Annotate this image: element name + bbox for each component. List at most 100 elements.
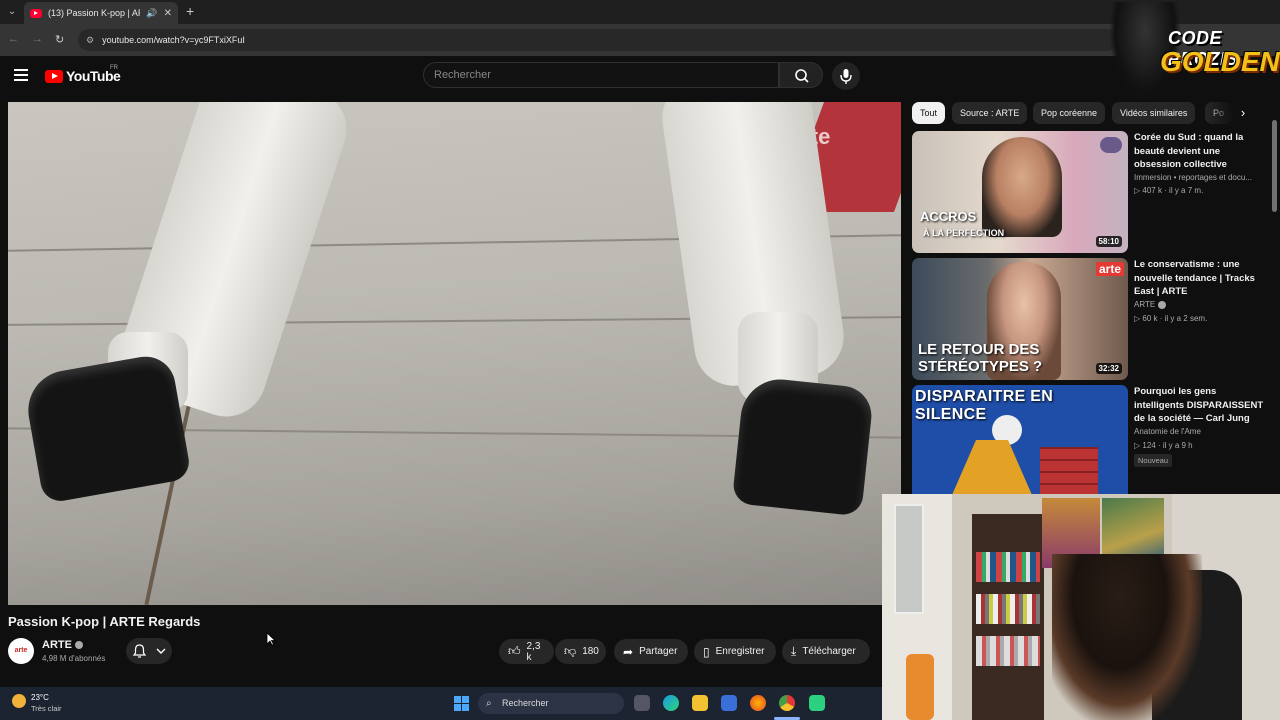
recommendation-meta: ▷ 407 k · il y a 7 m. [1134,186,1204,195]
channel-avatar[interactable]: arte [8,638,34,664]
browser-tab-active[interactable]: (13) Passion K-pop | ARTE R 🔊 ✕ [24,2,178,24]
download-icon: ⤓ [791,644,797,658]
tab-list-chevron-icon[interactable]: ⌄ [4,4,20,20]
chip-kpop[interactable]: Pop coréenne [1033,102,1106,124]
recommendation-thumbnail[interactable]: ACCROS À LA PERFECTION 58:10 [912,131,1128,253]
file-explorer-icon[interactable] [692,695,708,711]
recommendation-item[interactable]: ACCROS À LA PERFECTION 58:10 Corée du Su… [912,131,1272,253]
close-tab-icon[interactable]: ✕ [164,8,172,19]
thumbnail-text-1: DISPARAITRE EN SILENCE [915,388,1054,423]
chip-similar-videos[interactable]: Vidéos similaires [1112,102,1196,124]
chip-all[interactable]: Tout [912,102,946,124]
weather-temperature[interactable]: 23°C [31,693,49,702]
recommendation-title[interactable]: Corée du Sud : quand la beauté devient u… [1134,131,1269,172]
thumbnail-text-1: LE RETOUR DES [918,341,1040,358]
streamer-webcam [882,494,1280,720]
channel-name[interactable]: ARTE [42,639,83,651]
chip-source-arte[interactable]: Source : ARTE [952,102,1028,124]
recommendation-meta: ▷ 124 · il y a 9 h [1134,441,1193,450]
search-button[interactable] [779,62,823,88]
arte-thumb-badge: arte [1095,262,1124,276]
video-title: Passion K-pop | ARTE Regards [8,614,201,629]
thumbnail-text-2: À LA PERFECTION [923,228,1005,238]
shelf-books [976,636,1040,666]
voice-search-button[interactable] [832,62,860,90]
task-view-icon[interactable] [634,695,650,711]
chrome-icon[interactable] [779,695,795,711]
edge-browser-icon[interactable] [663,695,679,711]
like-button[interactable]: 👍︎ 2,3 k [499,639,554,664]
recommendation-title[interactable]: Pourquoi les gens intelligents DISPARAIS… [1134,385,1269,426]
recommendation-meta: ▷ 60 k · il y a 2 sem. [1134,314,1208,323]
region-code: FR [110,65,118,71]
back-arrow-icon[interactable]: ← [8,33,19,45]
verified-badge-icon [1158,300,1167,309]
address-bar[interactable]: ⚙ youtube.com/watch?v=yc9FTxiXFuI [78,29,1118,51]
taskbar-search[interactable]: ⌕ Rechercher [478,693,624,714]
thumbnail-text-2: STÉRÉOTYPES ? [918,358,1043,375]
thumbnail-text-1: ACCROS [920,209,977,224]
recommendation-item[interactable]: DISPARAITRE EN SILENCE Pourquoi les gens… [912,385,1272,495]
thumbnail-brick-wall [1040,447,1098,495]
recommendation-channel[interactable]: ARTE [1134,300,1272,309]
video-duration: 58:10 [1095,236,1122,247]
share-arrow-icon: ➦ [623,644,634,659]
chip-fade [1205,102,1235,124]
search-icon [795,69,809,83]
bookmark-icon: ▯ [703,644,710,659]
webcam-window [894,504,924,614]
recommendation-channel-text[interactable]: ARTE [1134,300,1155,309]
search-input[interactable]: Rechercher [423,62,779,88]
new-badge: Nouveau [1134,454,1173,467]
orange-bottle [906,654,934,720]
windows-start-icon[interactable] [454,696,469,711]
thumbs-up-icon: 👍︎ [508,644,521,658]
verified-badge-icon [74,641,83,650]
like-count: 2,3 k [526,640,541,663]
share-button[interactable]: ➦ Partager [614,639,688,664]
speaker-icon[interactable]: 🔊 [146,8,157,19]
shelf-books [976,552,1040,582]
video-player[interactable]: arte arte [8,102,901,605]
weather-sun-icon[interactable] [12,694,26,708]
dislike-button[interactable]: 👎︎ 180 [555,639,606,664]
menu-hamburger-icon[interactable] [14,69,28,81]
channel-name-text[interactable]: ARTE [42,639,72,651]
save-label: Enregistrer [715,646,765,657]
reload-icon[interactable]: ↻ [55,33,64,46]
thumbnail-person [982,137,1062,237]
sidebar-scrollbar[interactable] [1272,120,1277,212]
recommendation-item[interactable]: arte LE RETOUR DES STÉRÉOTYPES ? 32:32 L… [912,258,1272,380]
chevron-right-icon[interactable]: › [1234,104,1252,122]
eye-icon [1100,137,1122,153]
bell-icon [132,644,146,658]
right-shoe [731,375,875,517]
site-info-icon[interactable]: ⚙ [86,35,94,46]
browser-toolbar: ← → ↻ ⚙ youtube.com/watch?v=yc9FTxiXFuI [0,24,1280,56]
recommendation-thumbnail[interactable]: arte LE RETOUR DES STÉRÉOTYPES ? 32:32 [912,258,1128,380]
shelf-books [976,594,1040,624]
new-tab-plus-icon[interactable]: + [186,3,194,19]
subscribed-bell-button[interactable] [126,638,172,664]
recommendation-title[interactable]: Le conservatisme : une nouvelle tendance… [1134,258,1269,299]
taskbar-search-icon: ⌕ [486,698,492,709]
weather-description[interactable]: Très clair [31,704,62,713]
thumbs-down-icon: 👎︎ [564,644,577,658]
left-shoe [22,351,192,505]
firefox-icon[interactable] [750,695,766,711]
microphone-icon [840,69,852,84]
app-icon[interactable] [809,695,825,711]
dislike-count: 180 [582,646,599,657]
forward-arrow-icon[interactable]: → [32,33,43,45]
download-label: Télécharger [802,646,856,657]
recommendation-thumbnail[interactable]: DISPARAITRE EN SILENCE [912,385,1128,495]
subscriber-count: 4,98 M d'abonnés [42,654,106,663]
recommendation-channel[interactable]: Immersion • reportages et docu... [1134,173,1272,182]
video-duration: 32:32 [1095,363,1122,374]
save-button[interactable]: ▯ Enregistrer [694,639,776,664]
url-text[interactable]: youtube.com/watch?v=yc9FTxiXFuI [102,35,245,45]
download-button[interactable]: ⤓ Télécharger [782,639,870,664]
windows-taskbar: 23°C Très clair ⌕ Rechercher [0,687,882,720]
microsoft-store-icon[interactable] [721,695,737,711]
recommendation-channel[interactable]: Anatomie de l'Ame [1134,427,1272,436]
